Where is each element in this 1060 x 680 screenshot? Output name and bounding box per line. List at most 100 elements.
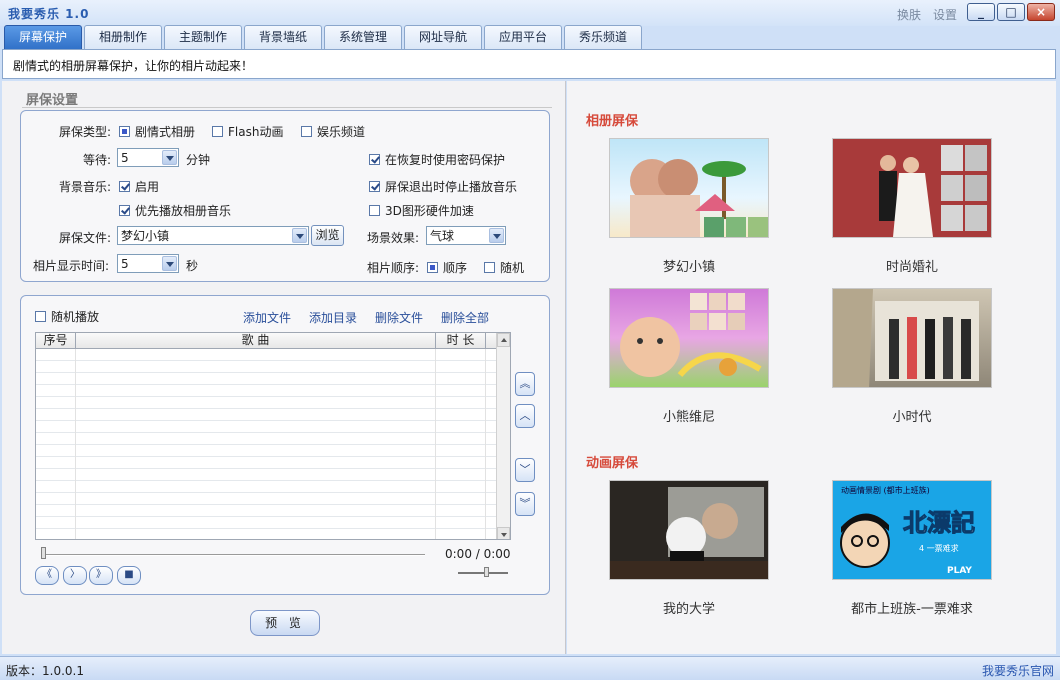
move-up-button[interactable]: ︿ bbox=[515, 404, 535, 428]
app-title: 我要秀乐 1.0 bbox=[8, 7, 90, 21]
tab-wallpaper[interactable]: 背景墙纸 bbox=[244, 25, 322, 49]
anim-label-office-worker[interactable]: 都市上班族-一票难求 bbox=[832, 598, 992, 617]
option-label: 屏保退出时停止播放音乐 bbox=[385, 180, 518, 194]
option-label: 剧情式相册 bbox=[135, 125, 196, 139]
add-folder-link[interactable]: 添加目录 bbox=[309, 309, 357, 326]
file-select[interactable]: 梦幻小镇 bbox=[117, 226, 309, 245]
type-option-flash[interactable]: Flash动画 bbox=[212, 123, 283, 140]
album-label-fashion-wedding[interactable]: 时尚婚礼 bbox=[832, 256, 992, 275]
play-button[interactable]: 〉 bbox=[63, 566, 87, 585]
minimize-button[interactable]: _ bbox=[967, 3, 995, 21]
column-index[interactable]: 序号 bbox=[36, 333, 76, 349]
tab-web-nav[interactable]: 网址导航 bbox=[404, 25, 482, 49]
type-option-album[interactable]: 剧情式相册 bbox=[119, 123, 195, 140]
maximize-icon: □ bbox=[1005, 5, 1017, 19]
checkbox-icon bbox=[119, 205, 130, 216]
scroll-up-icon[interactable] bbox=[497, 333, 510, 347]
volume-thumb[interactable] bbox=[484, 567, 489, 577]
album-thumb-fashion-wedding[interactable] bbox=[832, 138, 992, 238]
option-label: 随机播放 bbox=[51, 310, 100, 324]
hw-accel-checkbox[interactable]: 3D图形硬件加速 bbox=[369, 202, 474, 219]
anim-thumb-my-university[interactable] bbox=[609, 480, 769, 580]
table-scrollbar[interactable] bbox=[496, 333, 510, 539]
order-option-sequential[interactable]: 顺序 bbox=[427, 259, 467, 276]
column-divider bbox=[485, 349, 486, 539]
close-button[interactable]: × bbox=[1027, 3, 1055, 21]
tab-screensaver[interactable]: 屏幕保护 bbox=[4, 25, 82, 50]
dropdown-arrow-icon bbox=[162, 150, 177, 165]
album-thumb-tiny-times[interactable] bbox=[832, 288, 992, 388]
stop-button[interactable]: ■ bbox=[117, 566, 141, 585]
checkbox-icon bbox=[35, 311, 46, 322]
divider bbox=[22, 107, 552, 108]
wait-value: 5 bbox=[121, 150, 129, 165]
poster-title-text: 北漂記 bbox=[903, 509, 975, 537]
type-option-entertainment[interactable]: 娱乐频道 bbox=[301, 123, 365, 140]
version-text: 版本：1.0.0.1 bbox=[6, 664, 84, 678]
poster-play-text: PLAY bbox=[947, 566, 972, 576]
anim-thumb-office-worker[interactable]: 动画情景剧 (都市上班族) 北漂記 4 一票难求 PLAY bbox=[832, 480, 992, 580]
status-bar: 版本：1.0.0.1 我要秀乐官网 bbox=[0, 656, 1060, 680]
checkbox-icon bbox=[369, 205, 380, 216]
maximize-button[interactable]: □ bbox=[997, 3, 1025, 21]
album-label-tiny-times[interactable]: 小时代 bbox=[832, 406, 992, 425]
preview-button[interactable]: 预 览 bbox=[250, 610, 320, 636]
album-label-winnie[interactable]: 小熊维尼 bbox=[609, 406, 769, 425]
move-bottom-button[interactable]: ︾ bbox=[515, 492, 535, 516]
settings-link[interactable]: 设置 bbox=[933, 6, 957, 23]
album-thumb-winnie[interactable] bbox=[609, 288, 769, 388]
table-header: 序号 歌 曲 时 长 bbox=[36, 333, 498, 349]
column-duration[interactable]: 时 长 bbox=[436, 333, 486, 349]
album-thumb-dream-town[interactable] bbox=[609, 138, 769, 238]
title-bar: 我要秀乐 1.0 换肤 设置 _ □ × bbox=[0, 0, 1060, 26]
checkbox-icon bbox=[369, 181, 380, 192]
tab-xiule-channel[interactable]: 秀乐频道 bbox=[564, 25, 642, 49]
dropdown-arrow-icon bbox=[162, 256, 177, 271]
stop-music-checkbox[interactable]: 屏保退出时停止播放音乐 bbox=[369, 178, 517, 195]
skin-link[interactable]: 换肤 bbox=[897, 6, 921, 23]
order-option-random[interactable]: 随机 bbox=[484, 259, 524, 276]
next-button[interactable]: 》 bbox=[89, 566, 113, 585]
thumbnail-image: 动画情景剧 (都市上班族) 北漂記 4 一票难求 PLAY bbox=[840, 485, 976, 576]
browse-button[interactable]: 浏览 bbox=[311, 225, 344, 246]
tab-app-platform[interactable]: 应用平台 bbox=[484, 25, 562, 49]
random-play-checkbox[interactable]: 随机播放 bbox=[35, 308, 99, 325]
option-label: 优先播放相册音乐 bbox=[135, 204, 232, 218]
close-icon: × bbox=[1035, 5, 1047, 19]
prefer-album-music-checkbox[interactable]: 优先播放相册音乐 bbox=[119, 202, 231, 219]
move-down-button[interactable]: ﹀ bbox=[515, 458, 535, 482]
password-protect-checkbox[interactable]: 在恢复时使用密码保护 bbox=[369, 151, 505, 168]
bg-music-enable-checkbox[interactable]: 启用 bbox=[119, 178, 159, 195]
column-song[interactable]: 歌 曲 bbox=[76, 333, 436, 349]
seek-track[interactable] bbox=[43, 554, 425, 556]
scene-select[interactable]: 气球 bbox=[426, 226, 506, 245]
option-label: Flash动画 bbox=[228, 125, 284, 139]
delete-all-link[interactable]: 删除全部 bbox=[441, 309, 489, 326]
file-label: 屏保文件: bbox=[59, 231, 112, 245]
volume-track[interactable] bbox=[458, 572, 508, 574]
tab-album-making[interactable]: 相册制作 bbox=[84, 25, 162, 49]
scroll-down-icon[interactable] bbox=[497, 527, 510, 539]
scene-label: 场景效果: bbox=[367, 231, 420, 245]
poster-sub-text: 4 一票难求 bbox=[919, 543, 959, 553]
seek-thumb[interactable] bbox=[41, 547, 46, 559]
column-divider bbox=[75, 349, 76, 539]
time-display: 0:00 / 0:00 bbox=[445, 547, 511, 561]
poster-top-text: 动画情景剧 (都市上班族) bbox=[841, 485, 930, 495]
tab-theme-making[interactable]: 主题制作 bbox=[164, 25, 242, 49]
photo-time-select[interactable]: 5 bbox=[117, 254, 179, 273]
option-label: 3D图形硬件加速 bbox=[385, 204, 474, 218]
album-label-dream-town[interactable]: 梦幻小镇 bbox=[609, 256, 769, 275]
delete-file-link[interactable]: 删除文件 bbox=[375, 309, 423, 326]
section-title: 屏保设置 bbox=[26, 93, 79, 108]
tab-system[interactable]: 系统管理 bbox=[324, 25, 402, 49]
wait-unit: 分钟 bbox=[186, 153, 211, 167]
album-category-title: 相册屏保 bbox=[586, 114, 639, 129]
playlist-table[interactable]: 序号 歌 曲 时 长 bbox=[35, 332, 511, 540]
add-file-link[interactable]: 添加文件 bbox=[243, 309, 291, 326]
move-top-button[interactable]: ︽ bbox=[515, 372, 535, 396]
previous-button[interactable]: 《 bbox=[35, 566, 59, 585]
official-site-link[interactable]: 我要秀乐官网 bbox=[982, 662, 1054, 679]
anim-label-my-university[interactable]: 我的大学 bbox=[609, 598, 769, 617]
wait-select[interactable]: 5 bbox=[117, 148, 179, 167]
